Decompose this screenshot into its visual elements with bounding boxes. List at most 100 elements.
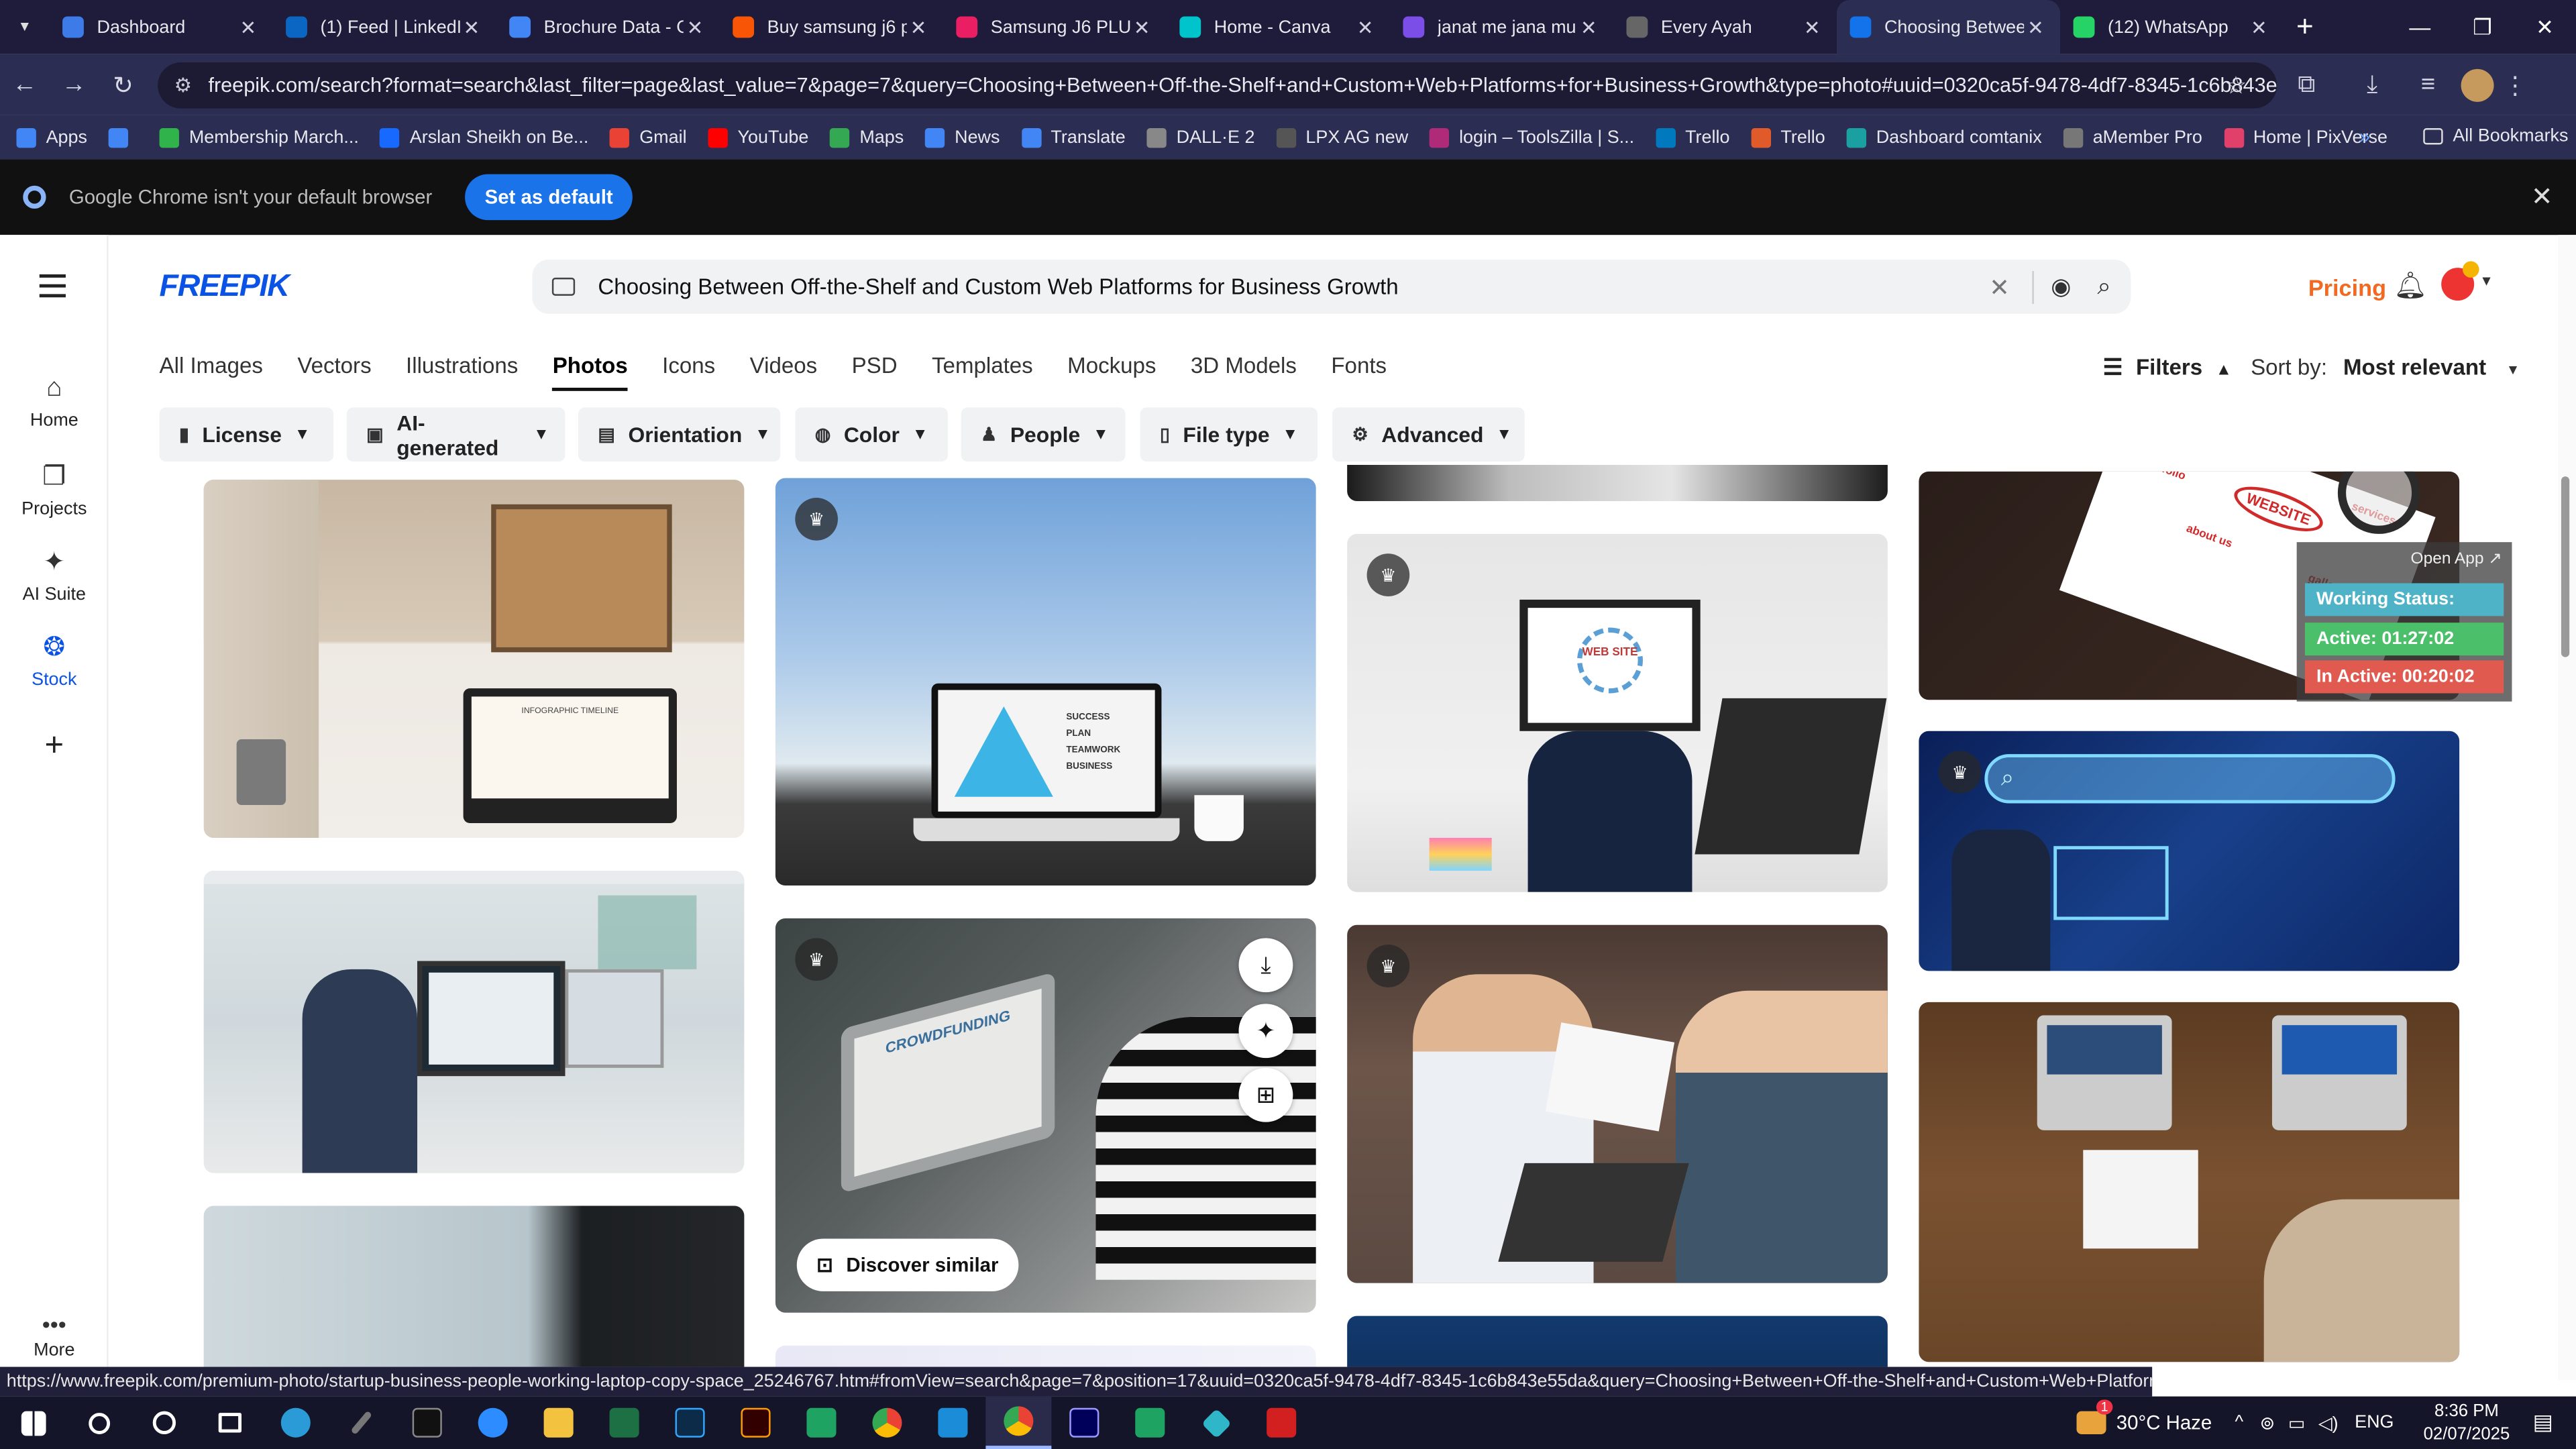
sidebar-item-home[interactable]: ⌂ Home: [0, 374, 109, 430]
bookmark-item[interactable]: Maps: [830, 127, 904, 148]
close-tab-icon[interactable]: ✕: [684, 15, 706, 38]
download-icon[interactable]: ⤓: [1238, 938, 1293, 993]
close-tab-icon[interactable]: ✕: [1130, 15, 1153, 38]
sidebar-item-ai-suite[interactable]: ✦ AI Suite: [0, 545, 109, 604]
bookmark-item[interactable]: login – ToolsZilla | S...: [1429, 127, 1634, 148]
browser-tab[interactable]: Brochure Data - G ✕: [496, 0, 720, 54]
site-info-icon[interactable]: ⚙: [174, 73, 192, 96]
new-tab-button[interactable]: +: [2284, 10, 2326, 44]
more-bookmarks-icon[interactable]: »: [2359, 125, 2370, 148]
zoom-icon[interactable]: [460, 1397, 526, 1449]
filters-toggle[interactable]: ☰ Filters ▲: [2103, 355, 2232, 381]
clock[interactable]: 8:36 PM 02/07/2025: [2424, 1400, 2510, 1446]
result-image[interactable]: ♛: [1347, 924, 1888, 1283]
sheets-icon[interactable]: [1117, 1397, 1183, 1449]
sidebar-item-stock[interactable]: ❂ Stock: [0, 631, 109, 690]
photoshop-icon[interactable]: [657, 1397, 723, 1449]
bookmark-item[interactable]: Gmail: [610, 127, 687, 148]
windows-start-icon[interactable]: [0, 1397, 66, 1449]
acrobat-icon[interactable]: [1248, 1397, 1314, 1449]
vscode-icon[interactable]: [920, 1397, 985, 1449]
filter-license[interactable]: ▮ License ▾: [159, 407, 334, 462]
language-indicator[interactable]: ENG: [2355, 1413, 2394, 1432]
search-input[interactable]: Choosing Between Off-the-Shelf and Custo…: [598, 274, 1989, 299]
result-image[interactable]: ♛ CROWDFUNDING ⤓ ✦ ⊞ ⊡ Discover similar: [775, 918, 1316, 1313]
page-scrollbar[interactable]: [2558, 235, 2576, 1381]
minimize-icon[interactable]: —: [2389, 0, 2451, 54]
bookmark-item[interactable]: Translate: [1021, 127, 1126, 148]
close-tab-icon[interactable]: ✕: [1354, 15, 1377, 38]
tab-icons[interactable]: Icons: [662, 354, 715, 391]
volume-icon[interactable]: ◁): [2318, 1412, 2339, 1433]
filter-orientation[interactable]: ▤ Orientation ▾: [578, 407, 781, 462]
search-icon[interactable]: ⌕: [2097, 273, 2111, 301]
bookmark-item[interactable]: [108, 127, 138, 148]
result-image[interactable]: ♛ ⌕: [1919, 731, 2460, 971]
extension-icon[interactable]: ⧉: [2273, 70, 2339, 99]
search-icon[interactable]: [66, 1397, 131, 1449]
terminal-icon[interactable]: [394, 1397, 460, 1449]
result-image[interactable]: ♛ SUCCESS PLAN TEAMWORK BUSINESS: [775, 478, 1316, 886]
close-infobar-icon[interactable]: ✕: [2531, 180, 2553, 213]
edit-ai-icon[interactable]: ✦: [1238, 1004, 1293, 1059]
bookmark-item[interactable]: Apps: [16, 127, 87, 148]
excel-icon[interactable]: [592, 1397, 657, 1449]
sidebar-item-more[interactable]: ••• More: [0, 1311, 109, 1360]
discover-similar-button[interactable]: ⊡ Discover similar: [796, 1238, 1018, 1291]
image-type-icon[interactable]: [551, 277, 576, 296]
weather-icon[interactable]: 1: [2077, 1399, 2113, 1434]
browser-tab[interactable]: Dashboard ✕: [49, 0, 272, 54]
tab-fonts[interactable]: Fonts: [1331, 354, 1387, 391]
browser-tab[interactable]: Samsung J6 PLUS ✕: [943, 0, 1167, 54]
close-tab-icon[interactable]: ✕: [907, 15, 930, 38]
chrome-active-icon[interactable]: [985, 1396, 1052, 1449]
filter-people[interactable]: ♟ People ▾: [961, 407, 1126, 462]
close-tab-icon[interactable]: ✕: [2247, 15, 2270, 38]
result-image[interactable]: [1919, 1002, 2460, 1362]
user-avatar[interactable]: [2441, 261, 2479, 301]
tab-3d-models[interactable]: 3D Models: [1191, 354, 1297, 391]
chevron-up-icon[interactable]: ^: [2235, 1413, 2244, 1432]
bookmark-item[interactable]: Trello: [1751, 127, 1825, 148]
back-icon[interactable]: ←: [0, 70, 49, 99]
browser-tab[interactable]: janat me jana mu ✕: [1390, 0, 1613, 54]
browser-tab[interactable]: Home - Canva ✕: [1167, 0, 1390, 54]
close-tab-icon[interactable]: ✕: [2024, 15, 2047, 38]
freepik-logo[interactable]: FREEPIK: [160, 270, 290, 306]
menu-icon[interactable]: ⋮: [2494, 70, 2537, 100]
tab-photos[interactable]: Photos: [552, 354, 628, 391]
tab-psd[interactable]: PSD: [852, 354, 898, 391]
result-image[interactable]: [775, 1345, 1316, 1367]
network-icon[interactable]: ⊚: [2260, 1412, 2275, 1433]
chevron-down-icon[interactable]: ▾: [2482, 273, 2490, 291]
add-button[interactable]: +: [0, 728, 109, 765]
camera-icon[interactable]: ◉: [2051, 273, 2071, 301]
download-icon[interactable]: ⤓: [2339, 70, 2405, 99]
browser-tab[interactable]: (1) Feed | LinkedIn ✕: [273, 0, 496, 54]
browser-tab[interactable]: Buy samsung j6 p ✕: [720, 0, 943, 54]
bookmark-item[interactable]: aMember Pro: [2063, 127, 2202, 148]
browser-tab[interactable]: (12) WhatsApp ✕: [2060, 0, 2284, 54]
filter-color[interactable]: ◍ Color ▾: [795, 407, 949, 462]
file-explorer-icon[interactable]: [526, 1397, 592, 1449]
filter-advanced[interactable]: ⚙ Advanced ▾: [1332, 407, 1525, 462]
bookmark-item[interactable]: Trello: [1655, 127, 1729, 148]
wifi-icon[interactable]: ▭: [2288, 1412, 2305, 1433]
tab-vectors[interactable]: Vectors: [297, 354, 371, 391]
set-as-default-button[interactable]: Set as default: [465, 174, 633, 221]
bookmark-item[interactable]: Membership March...: [159, 127, 359, 148]
media-icon[interactable]: ≡: [2405, 70, 2451, 99]
bookmark-item[interactable]: YouTube: [708, 127, 808, 148]
filter-file-type[interactable]: ▯ File type ▾: [1140, 407, 1318, 462]
reload-icon[interactable]: ↻: [99, 70, 148, 100]
sort-dropdown[interactable]: Sort by: Most relevant ▾: [2251, 355, 2517, 380]
bookmark-item[interactable]: Arslan Sheikh on Be...: [380, 127, 588, 148]
sidebar-item-projects[interactable]: ❐ Projects: [0, 460, 109, 519]
sheets-icon[interactable]: [789, 1397, 855, 1449]
clear-search-icon[interactable]: ✕: [1989, 272, 2010, 302]
weather-text[interactable]: 30°C Haze: [2116, 1411, 2212, 1434]
app-icon[interactable]: [1183, 1397, 1248, 1449]
close-window-icon[interactable]: ✕: [2514, 0, 2576, 54]
close-tab-icon[interactable]: ✕: [1801, 15, 1823, 38]
bookmark-item[interactable]: Dashboard comtanix: [1846, 127, 2042, 148]
